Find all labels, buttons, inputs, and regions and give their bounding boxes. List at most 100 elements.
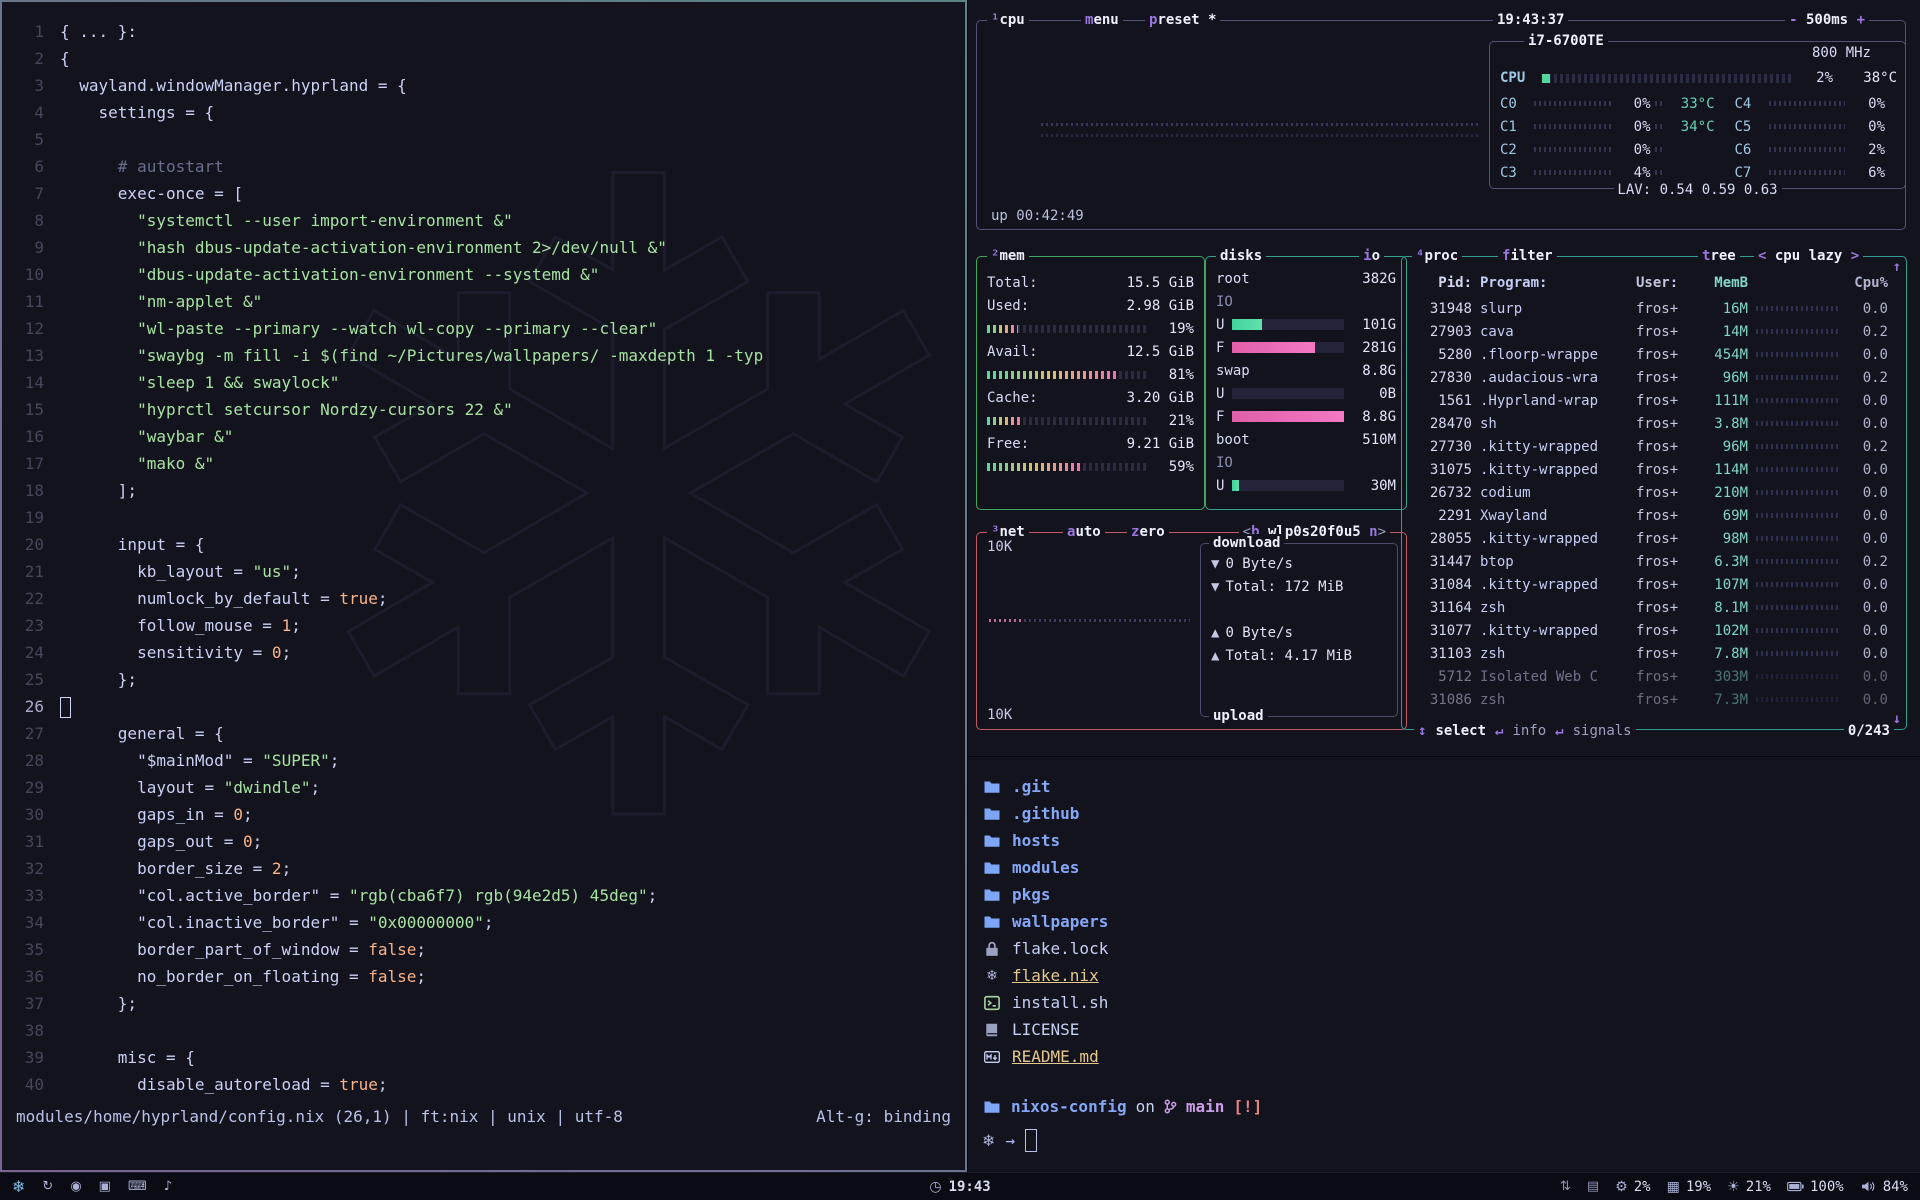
disks-io-toggle[interactable]: io (1359, 247, 1384, 266)
process-row[interactable]: 26732codiumfros+210M0.0 (1412, 481, 1888, 504)
memory-stat-label: Cache: (987, 390, 1053, 406)
bar-left-modules: ❄ ↻ ◉ ▣ ⌨ ♪ (12, 1177, 172, 1196)
process-row[interactable]: 31086zshfros+7.3M0.0 (1412, 688, 1888, 711)
bar-nix-icon[interactable]: ❄ (12, 1177, 25, 1196)
shell-input-line[interactable]: ❄ → (982, 1129, 1037, 1152)
code-segment: no_border_on_floating = (60, 967, 368, 986)
editor-window[interactable]: 1{ ... }:2{3 wayland.windowManager.hyprl… (0, 0, 967, 1172)
file-entry: hosts (982, 827, 1108, 854)
header-pid[interactable]: Pid: (1412, 275, 1472, 291)
process-name: zsh (1480, 600, 1628, 616)
tray-grid-icon[interactable]: ▤ (1587, 1179, 1599, 1194)
process-row[interactable]: 31103zshfros+7.8M0.0 (1412, 642, 1888, 665)
process-name: zsh (1480, 692, 1628, 708)
line-number: 28 (2, 747, 44, 774)
select-action[interactable]: select (1435, 723, 1486, 739)
disk-row: F281G (1216, 336, 1396, 359)
interval-decrease-button[interactable]: - (1789, 12, 1797, 28)
process-row[interactable]: 28470shfros+3.8M0.0 (1412, 412, 1888, 435)
process-user: fros+ (1636, 669, 1692, 685)
scroll-up-indicator[interactable]: ↑ (1893, 259, 1901, 275)
bar-record-icon[interactable]: ◉ (70, 1179, 81, 1194)
code-line: 22 numlock_by_default = true; (2, 585, 965, 612)
header-user[interactable]: User: (1636, 275, 1692, 291)
process-row[interactable]: 27730.kitty-wrappedfros+96M0.2 (1412, 435, 1888, 458)
sort-next-arrow[interactable]: > (1851, 248, 1859, 264)
bar-module-cpu[interactable]: ⚙2% (1615, 1179, 1650, 1195)
leader-dots (1769, 170, 1846, 175)
code-segment: "dbus-update-activation-environment --sy… (137, 265, 599, 284)
process-user: fros+ (1636, 439, 1692, 455)
net-zero-button[interactable]: zero (1127, 523, 1169, 542)
net-auto-button[interactable]: auto (1063, 523, 1105, 542)
disks-box-title: disks (1220, 248, 1262, 264)
process-row[interactable]: 2291Xwaylandfros+69M0.0 (1412, 504, 1888, 527)
bar-music-icon[interactable]: ♪ (164, 1179, 172, 1194)
bar-module-battery[interactable]: 100% (1787, 1179, 1844, 1195)
tray-updown-icon[interactable]: ⇅ (1560, 1179, 1571, 1194)
cpu-core-row: C10%34°CC50% (1500, 115, 1897, 138)
iface-next-key[interactable]: n (1369, 524, 1377, 540)
clock-module[interactable]: ◷ 19:43 (929, 1179, 990, 1195)
code-line: 38 (2, 1017, 965, 1044)
process-user: fros+ (1636, 531, 1692, 547)
leader-dots (1534, 170, 1611, 175)
info-action[interactable]: info (1512, 723, 1546, 739)
header-program[interactable]: Program: (1480, 275, 1628, 291)
process-user: fros+ (1636, 508, 1692, 524)
signals-action[interactable]: signals (1573, 723, 1632, 739)
process-row[interactable]: 5280.floorp-wrappefros+454M0.0 (1412, 343, 1888, 366)
bar-module-memory[interactable]: ▦19% (1667, 1179, 1712, 1195)
process-row[interactable]: 1561.Hyprland-wrapfros+111M0.0 (1412, 389, 1888, 412)
line-number: 3 (2, 72, 44, 99)
code-area[interactable]: 1{ ... }:2{3 wayland.windowManager.hyprl… (2, 18, 965, 1098)
bar-module-brightness[interactable]: ☀21% (1727, 1179, 1771, 1195)
process-table-header[interactable]: Pid: Program: User: MemB Cpu% (1412, 271, 1888, 294)
proc-tree-button[interactable]: tree (1698, 247, 1740, 266)
preset-button[interactable]: preset * (1145, 11, 1220, 30)
statusline-file-info: modules/home/hyprland/config.nix (26,1) … (16, 1103, 623, 1130)
process-row[interactable]: 27830.audacious-wrafros+96M0.2 (1412, 366, 1888, 389)
update-interval-control[interactable]: - 500ms + (1785, 11, 1869, 30)
bar-keyboard-icon[interactable]: ⌨ (128, 1179, 147, 1194)
menu-button[interactable]: menu (1081, 11, 1123, 30)
sort-prev-arrow[interactable]: < (1758, 248, 1766, 264)
process-row[interactable]: 27903cavafros+14M0.2 (1412, 320, 1888, 343)
code-text: kb_layout = "us"; (60, 558, 301, 585)
header-mem[interactable]: MemB (1700, 275, 1748, 291)
process-row[interactable]: 31948slurpfros+16M0.0 (1412, 297, 1888, 320)
bar-monitor-icon[interactable]: ▣ (99, 1179, 111, 1194)
interval-increase-button[interactable]: + (1857, 12, 1865, 28)
process-mem: 16M (1700, 301, 1748, 317)
process-name: sh (1480, 416, 1628, 432)
process-row[interactable]: 31447btopfros+6.3M0.2 (1412, 550, 1888, 573)
btop-window[interactable]: ¹cpu menu preset * 19:43:37 - 500ms + up… (967, 0, 1920, 756)
code-segment: "SUPER" (262, 751, 329, 770)
line-number: 7 (2, 180, 44, 207)
process-row[interactable]: 31164zshfros+8.1M0.0 (1412, 596, 1888, 619)
process-pid: 31075 (1412, 462, 1472, 478)
net-scale-top: 10K (987, 539, 1012, 555)
code-line: 27 general = { (2, 720, 965, 747)
header-cpu[interactable]: Cpu% (1846, 275, 1888, 291)
process-meter (1756, 444, 1838, 449)
process-row[interactable]: 31075.kitty-wrappedfros+114M0.0 (1412, 458, 1888, 481)
proc-sort-selector[interactable]: < cpu lazy > (1754, 247, 1863, 266)
process-row[interactable]: 5712Isolated Web Cfros+303M0.0 (1412, 665, 1888, 688)
process-row[interactable]: 28055.kitty-wrappedfros+98M0.0 (1412, 527, 1888, 550)
code-line: 33 "col.active_border" = "rgb(cba6f7) rg… (2, 882, 965, 909)
memory-stat-label: Free: (987, 436, 1053, 452)
zero-label: ero (1139, 524, 1164, 540)
line-number: 12 (2, 315, 44, 342)
process-row[interactable]: 31077.kitty-wrappedfros+102M0.0 (1412, 619, 1888, 642)
process-cpu: 0.0 (1846, 508, 1888, 524)
bar-power-icon[interactable]: ↻ (42, 1179, 53, 1194)
terminal-window[interactable]: .git.githubhostsmodulespkgswallpapersfla… (967, 756, 1920, 1172)
cpu-model-name: i7-6700TE (1528, 33, 1604, 49)
code-segment (60, 238, 137, 257)
disk-row: F8.8G (1216, 405, 1396, 428)
bar-module-volume[interactable]: 84% (1860, 1179, 1908, 1195)
folder-icon (982, 779, 1002, 795)
process-row[interactable]: 31084.kitty-wrappedfros+107M0.0 (1412, 573, 1888, 596)
proc-filter-button[interactable]: filter (1498, 247, 1557, 266)
